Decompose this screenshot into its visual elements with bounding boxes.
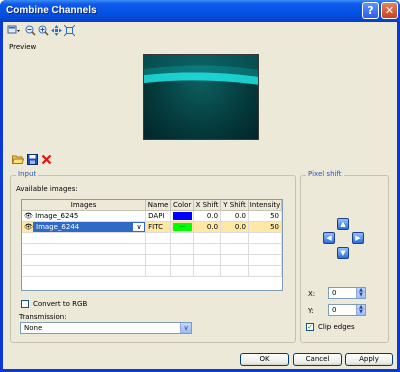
- cancel-button[interactable]: Cancel: [293, 353, 342, 366]
- convert-to-rgb-checkbox[interactable]: [21, 300, 29, 308]
- select-icon[interactable]: [7, 25, 20, 36]
- shift-left-button[interactable]: ◀: [323, 232, 335, 244]
- input-group-label: Input: [16, 170, 39, 178]
- x-shift-label: X:: [308, 290, 316, 298]
- image-select[interactable]: Image_6244 ∨: [33, 221, 145, 231]
- color-swatch[interactable]: [172, 211, 192, 220]
- intensity-cell[interactable]: 50: [248, 210, 283, 222]
- close-button[interactable]: ✕: [381, 2, 398, 19]
- help-button[interactable]: ?: [362, 2, 379, 19]
- shift-down-button[interactable]: ▼: [337, 247, 349, 259]
- y-shift-cell[interactable]: 0.0: [220, 221, 249, 233]
- dialog-window: Combine Channels ? ✕ Preview Input Avail…: [0, 0, 400, 372]
- image-name: Image_6245: [35, 211, 79, 220]
- shift-up-button[interactable]: ▲: [337, 218, 349, 230]
- x-shift-cell[interactable]: 0.0: [193, 210, 222, 222]
- pixel-shift-group: Pixel shift: [300, 170, 389, 343]
- chevron-down-icon[interactable]: ∨: [133, 222, 144, 231]
- clip-edges-label: Clip edges: [318, 323, 355, 331]
- channel-name-cell[interactable]: FITC: [145, 221, 172, 233]
- column-header-y-shift[interactable]: Y Shift: [220, 200, 249, 211]
- title-bar[interactable]: Combine Channels ? ✕: [0, 0, 400, 22]
- color-swatch[interactable]: ...: [172, 222, 192, 231]
- table-row-empty[interactable]: [22, 265, 283, 277]
- y-shift-label: Y:: [308, 307, 314, 315]
- chevron-down-icon[interactable]: ∨: [180, 323, 191, 333]
- table-row[interactable]: 👁 Image_6245 DAPI 0.0 0.0 50: [22, 210, 283, 222]
- transmission-value: None: [24, 324, 43, 332]
- fit-icon[interactable]: [64, 25, 75, 36]
- available-images-label: Available images:: [16, 185, 78, 193]
- y-shift-cell[interactable]: 0.0: [220, 210, 249, 222]
- image-cell[interactable]: 👁 Image_6244 ∨: [22, 221, 147, 233]
- convert-to-rgb-label: Convert to RGB: [33, 300, 88, 308]
- preview-image: [143, 54, 259, 140]
- x-shift-spinner[interactable]: 0 ▲ ▼: [328, 287, 366, 299]
- color-cell[interactable]: ...: [170, 221, 195, 233]
- column-header-name[interactable]: Name: [145, 200, 172, 211]
- shift-right-button[interactable]: ▶: [352, 232, 364, 244]
- eye-icon[interactable]: 👁: [24, 212, 33, 220]
- column-header-images[interactable]: Images: [22, 200, 147, 211]
- transmission-label: Transmission:: [19, 313, 67, 321]
- color-cell[interactable]: [170, 210, 195, 222]
- column-header-intensity[interactable]: Intensity: [248, 200, 283, 211]
- column-header-color[interactable]: Color: [170, 200, 195, 211]
- table-row-empty[interactable]: [22, 243, 283, 255]
- pixel-shift-group-label: Pixel shift: [306, 170, 344, 178]
- y-shift-value: 0: [332, 306, 337, 314]
- pan-icon[interactable]: [51, 25, 62, 36]
- window-title: Combine Channels: [6, 5, 97, 16]
- transmission-select[interactable]: None ∨: [20, 322, 192, 334]
- x-shift-value: 0: [332, 289, 337, 297]
- x-shift-cell[interactable]: 0.0: [193, 221, 222, 233]
- y-shift-spinner[interactable]: 0 ▲ ▼: [328, 304, 366, 316]
- spinner-down-icon[interactable]: ▼: [356, 310, 365, 315]
- spinner-down-icon[interactable]: ▼: [356, 293, 365, 298]
- dialog-body: Preview Input Available images: Images N…: [3, 22, 397, 369]
- table-row-empty[interactable]: [22, 232, 283, 244]
- ok-button[interactable]: OK: [240, 353, 289, 366]
- intensity-cell[interactable]: 50: [248, 221, 283, 233]
- table-row-selected[interactable]: 👁 Image_6244 ∨ FITC ... 0.0 0.0 50: [22, 221, 283, 233]
- channel-name-cell[interactable]: DAPI: [145, 210, 172, 222]
- zoom-out-icon[interactable]: [25, 25, 36, 36]
- save-icon[interactable]: [27, 154, 38, 165]
- preview-label: Preview: [9, 43, 37, 51]
- image-cell[interactable]: 👁 Image_6245: [22, 210, 147, 222]
- eye-icon[interactable]: 👁: [24, 223, 33, 231]
- apply-button[interactable]: Apply: [345, 353, 393, 366]
- image-select-value: Image_6244: [36, 222, 80, 231]
- preview-image-content: [144, 55, 258, 85]
- delete-icon[interactable]: [41, 154, 52, 165]
- column-header-x-shift[interactable]: X Shift: [193, 200, 222, 211]
- clip-edges-checkbox[interactable]: ✓: [306, 323, 314, 331]
- open-folder-icon[interactable]: [12, 154, 24, 165]
- table-row-empty[interactable]: [22, 254, 283, 266]
- zoom-in-icon[interactable]: [38, 25, 49, 36]
- channels-table[interactable]: Images Name Color X Shift Y Shift Intens…: [21, 199, 283, 291]
- table-header: Images Name Color X Shift Y Shift Intens…: [22, 200, 283, 211]
